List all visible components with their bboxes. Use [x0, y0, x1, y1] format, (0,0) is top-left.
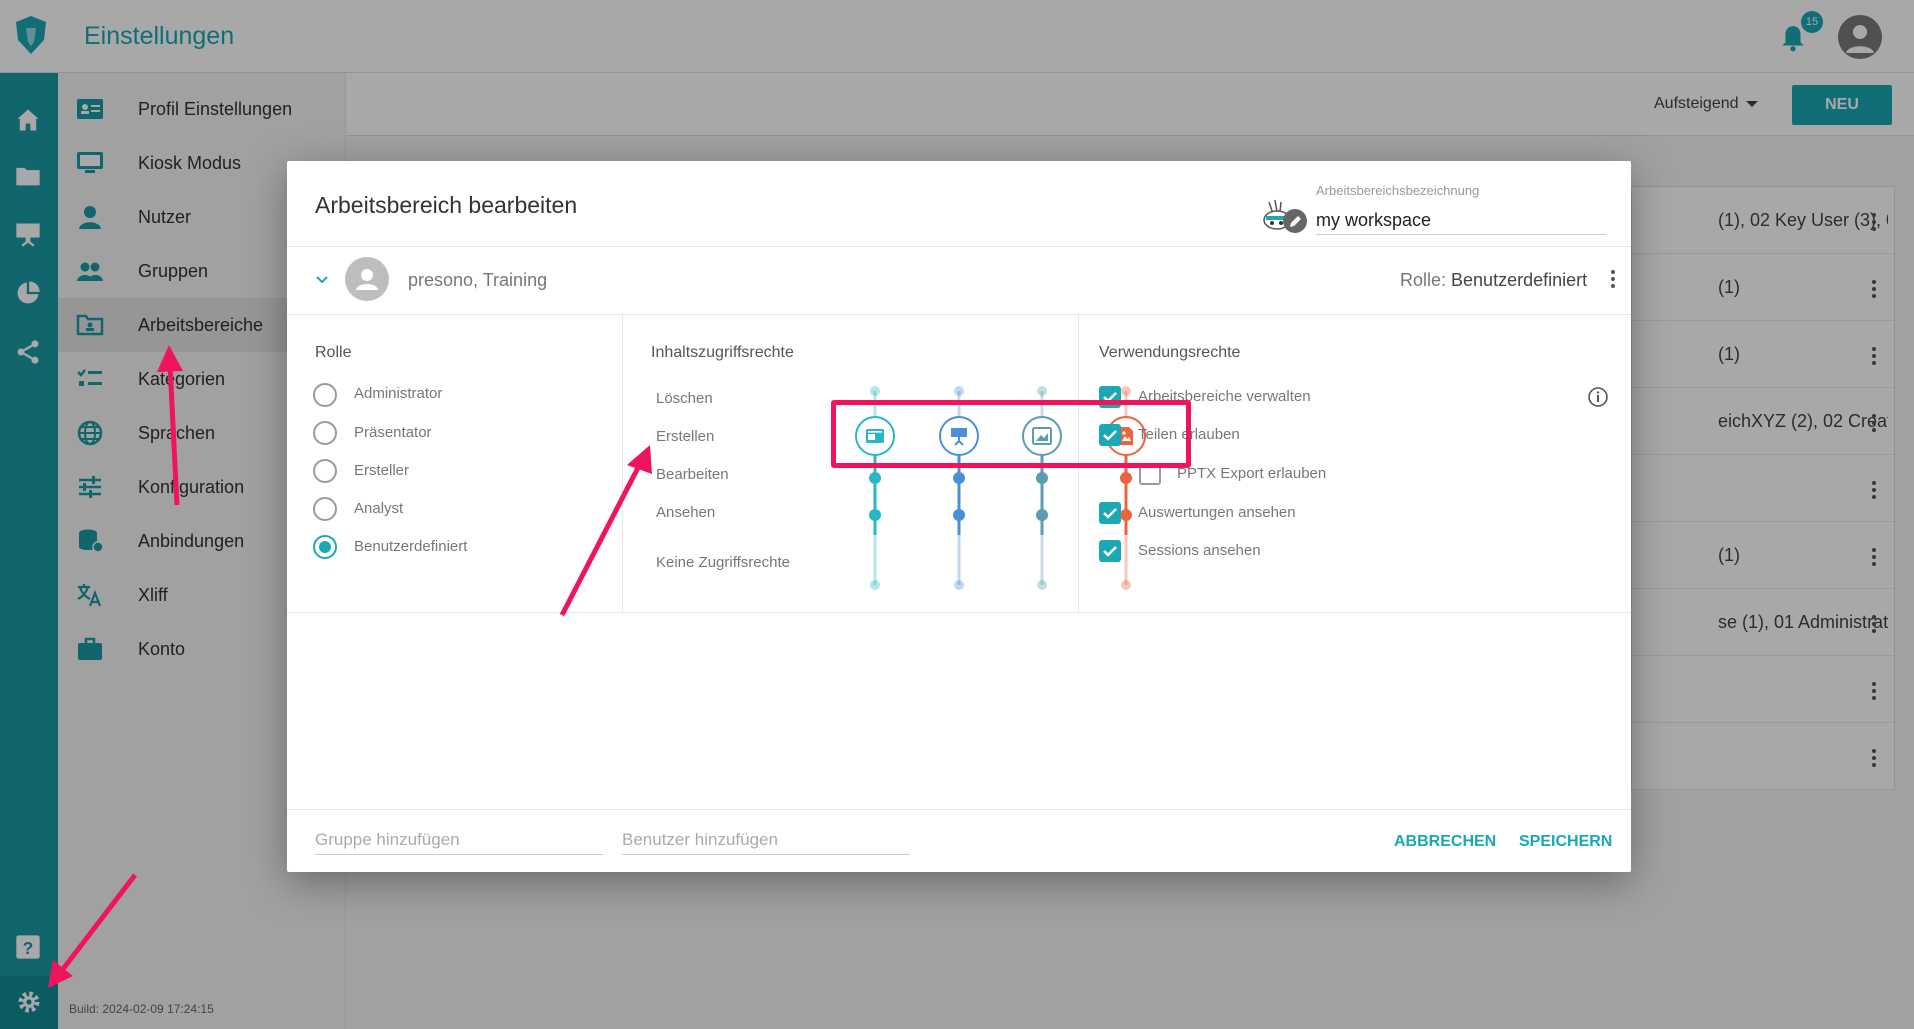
checkbox-label: Sessions ansehen — [1138, 542, 1261, 559]
divider — [287, 314, 1631, 315]
member-role: Rolle: Benutzerdefiniert — [1400, 270, 1587, 291]
divider — [287, 612, 1631, 613]
radio-label: Administrator — [354, 385, 443, 402]
add-group-input[interactable] — [315, 825, 603, 855]
level-label-ansehen: Ansehen — [656, 504, 716, 521]
radio-administrator[interactable] — [313, 383, 337, 407]
member-name: presono, Training — [408, 270, 548, 290]
radio-label: Ersteller — [354, 462, 410, 479]
level-label-erstellen: Erstellen — [656, 428, 715, 445]
edit-workspace-dialog: Arbeitsbereich bearbeiten Arbeitsbereich… — [287, 161, 1631, 872]
level-label-bearbeiten: Bearbeiten — [656, 466, 729, 483]
level-label-loeschen: Löschen — [656, 390, 713, 407]
info-icon[interactable] — [1587, 386, 1609, 408]
checkbox-view-analytics[interactable] — [1099, 502, 1121, 524]
usage-rights-heading: Verwendungsrechte — [1099, 344, 1241, 361]
highlight-box-annotation — [831, 400, 1191, 468]
workspace-name-label: Arbeitsbereichsbezeichnung — [1316, 183, 1480, 198]
content-access-heading: Inhaltszugriffsrechte — [651, 344, 794, 361]
add-user-input[interactable] — [622, 825, 910, 855]
column-divider — [622, 315, 623, 612]
radio-analyst[interactable] — [313, 497, 337, 521]
radio-label: Benutzerdefiniert — [354, 538, 468, 555]
radio-label: Analyst — [354, 500, 404, 517]
workspace-name-input[interactable] — [1316, 207, 1606, 235]
dialog-title: Arbeitsbereich bearbeiten — [315, 192, 578, 218]
divider — [287, 809, 1631, 810]
role-heading: Rolle — [315, 344, 352, 361]
chevron-down-icon[interactable] — [315, 273, 329, 287]
person-icon — [356, 269, 378, 290]
level-label-keine: Keine Zugriffsrechte — [656, 554, 790, 571]
checkbox-view-sessions[interactable] — [1099, 540, 1121, 562]
check-icon — [1103, 508, 1117, 519]
radio-benutzerdefiniert[interactable] — [313, 535, 337, 559]
save-button[interactable]: SPEICHERN — [1519, 833, 1612, 851]
role-prefix: Rolle: — [1400, 270, 1452, 290]
radio-ersteller[interactable] — [313, 459, 337, 483]
checkbox-label: PPTX Export erlauben — [1177, 465, 1327, 482]
radio-label: Präsentator — [354, 424, 432, 441]
radio-praesentator[interactable] — [313, 421, 337, 445]
role-value: Benutzerdefiniert — [1451, 270, 1588, 290]
member-avatar — [345, 257, 389, 301]
workspace-avatar-edit-icon[interactable] — [1261, 196, 1309, 234]
checkbox-label: Auswertungen ansehen — [1138, 504, 1296, 521]
more-vert-icon[interactable] — [1610, 269, 1616, 289]
check-icon — [1103, 546, 1117, 557]
cancel-button[interactable]: ABBRECHEN — [1394, 833, 1496, 851]
divider — [287, 246, 1631, 247]
